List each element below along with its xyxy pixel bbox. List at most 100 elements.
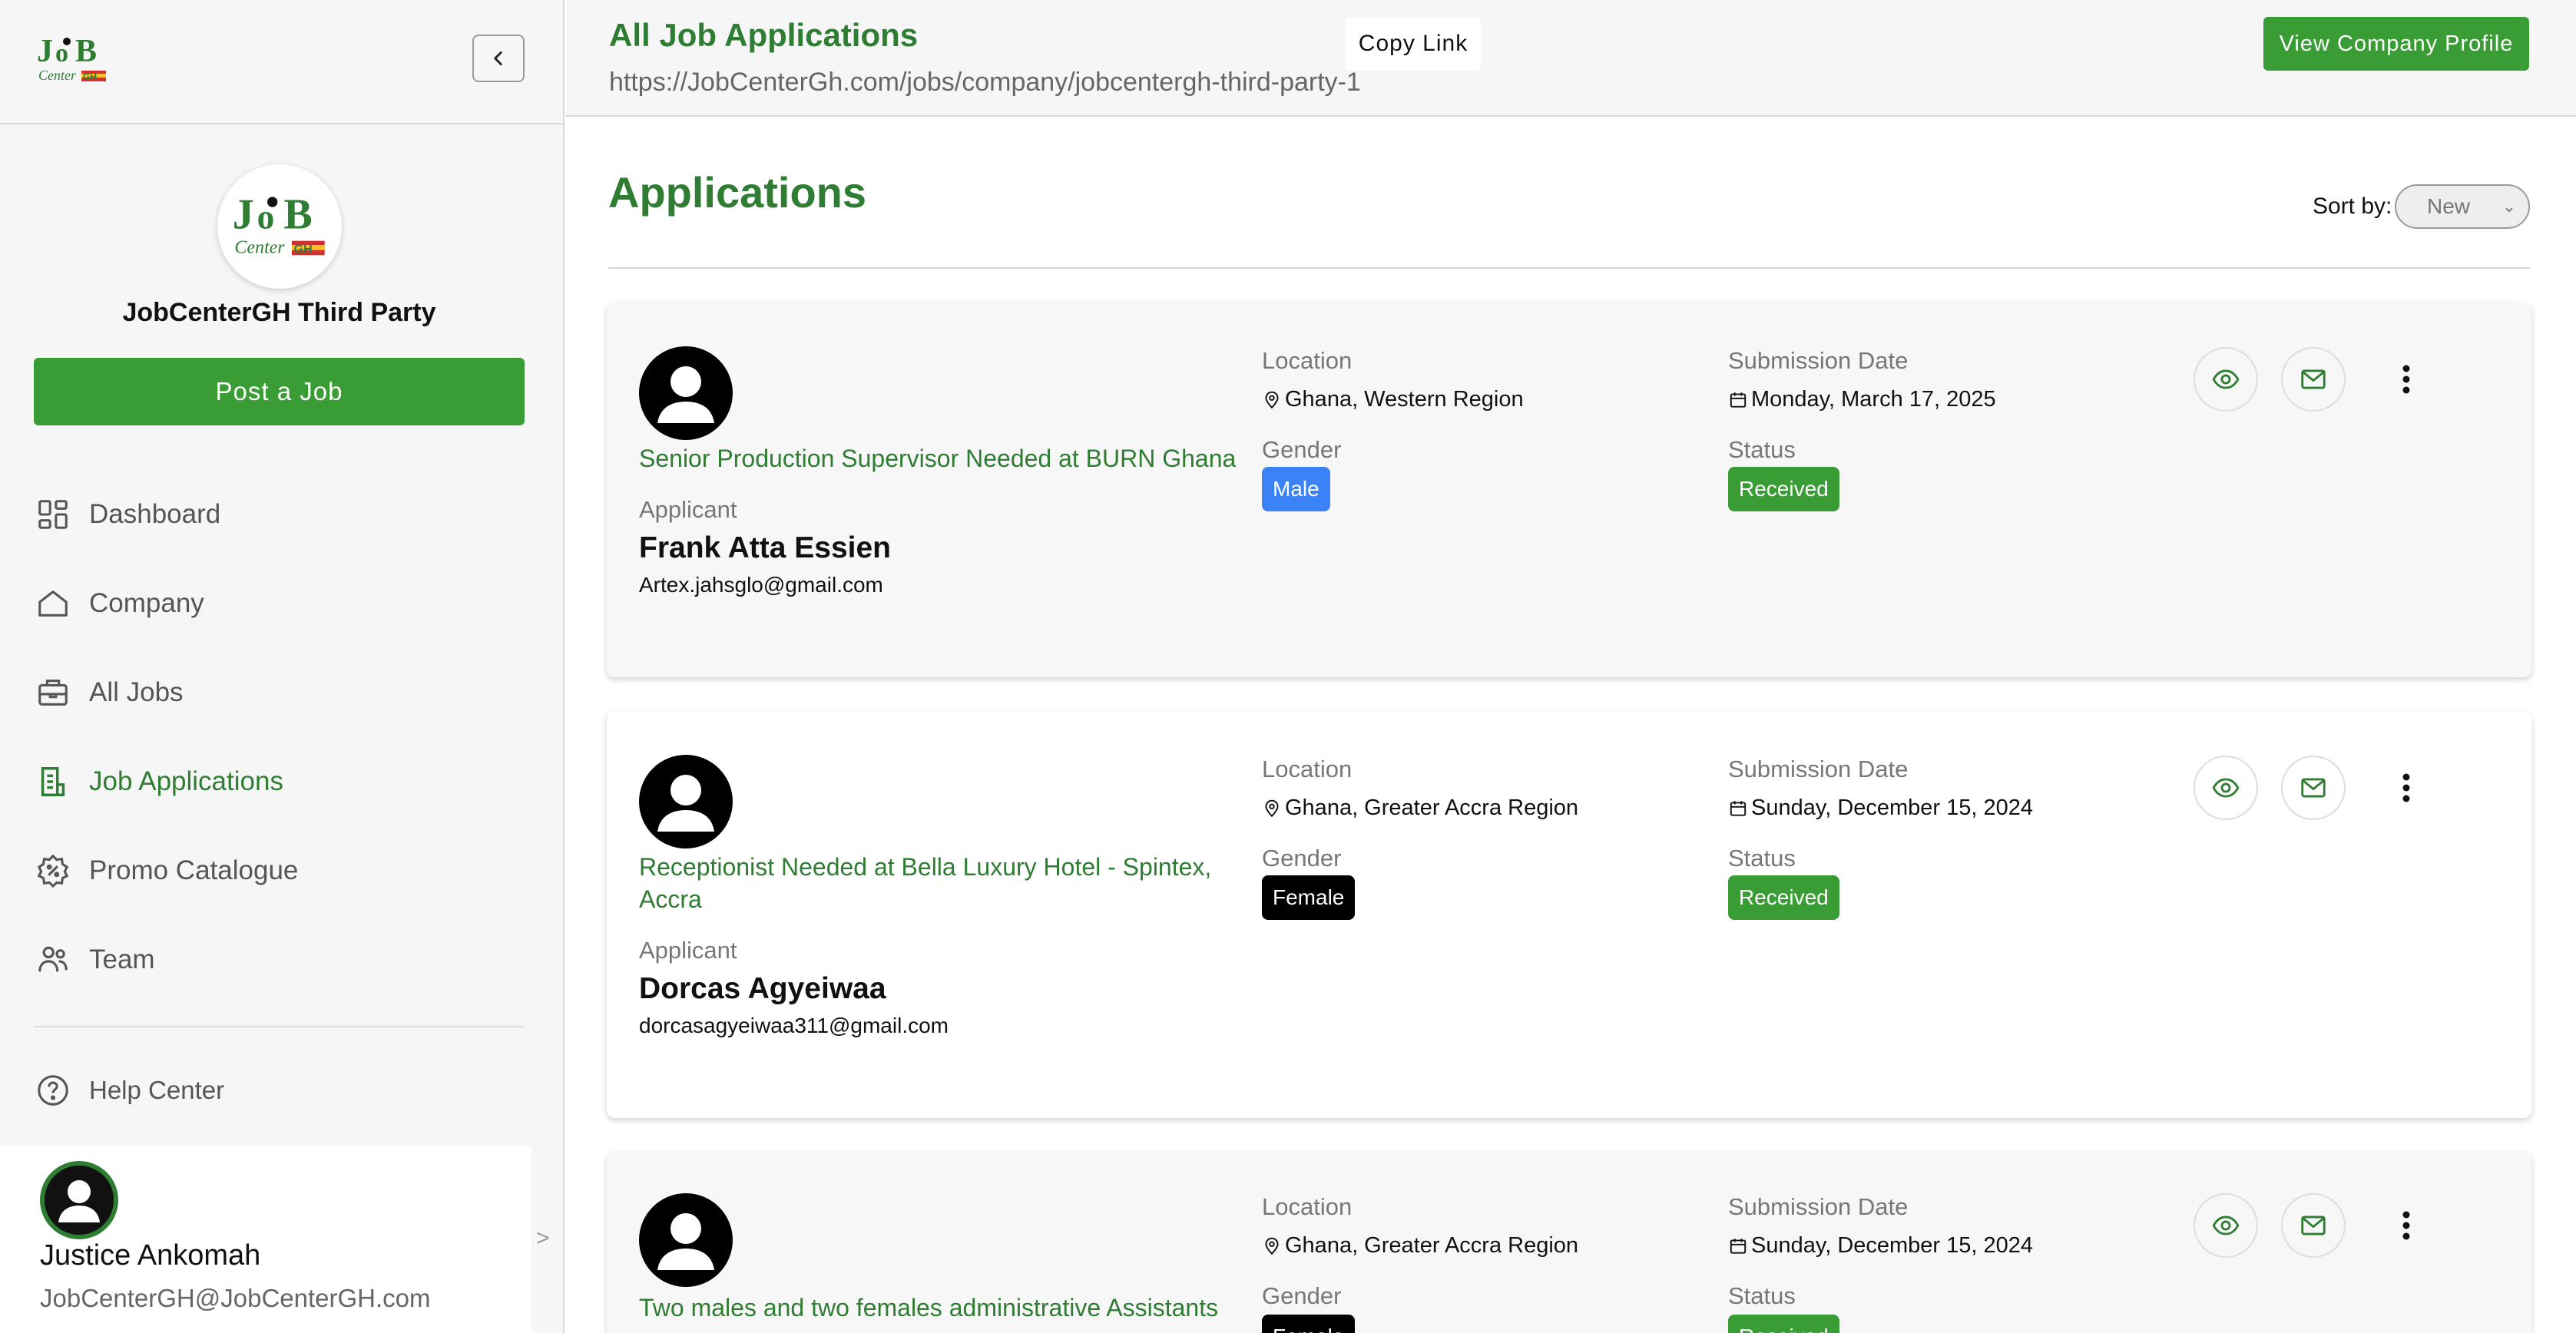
applicant-name: Frank Atta Essien [639, 531, 891, 564]
submission-date-value: Monday, March 17, 2025 [1728, 387, 1996, 412]
svg-text:Center: Center [38, 68, 77, 83]
company-name: JobCenterGH Third Party [122, 298, 436, 327]
applicant-avatar [639, 1193, 733, 1287]
svg-text:GH: GH [294, 243, 313, 256]
sort-selected-value: New [2427, 194, 2471, 218]
eye-icon [2212, 1216, 2240, 1235]
jobcentergh-logo: J o B Center GH [233, 191, 325, 258]
more-vertical-icon [2402, 773, 2410, 802]
applicant-avatar [639, 755, 733, 848]
applicant-email: dorcasagyeiwaa311@gmail.com [639, 1014, 949, 1037]
home-icon [38, 590, 68, 617]
sidebar-item-label: Dashboard [89, 499, 221, 529]
team-icon [38, 946, 68, 972]
status-label: Status [1728, 1282, 1796, 1309]
svg-text:B: B [75, 34, 97, 69]
status-badge: Received [1728, 875, 1839, 920]
copy-link-button[interactable]: Copy Link [1346, 17, 1481, 71]
gender-label: Gender [1262, 845, 1342, 872]
discount-badge-icon [37, 854, 69, 888]
view-application-button[interactable] [2194, 347, 2258, 412]
more-options-button[interactable] [2391, 765, 2422, 811]
view-company-profile-button[interactable]: View Company Profile [2263, 17, 2529, 71]
map-pin-icon [1265, 1237, 1279, 1255]
location-value: Ghana, Greater Accra Region [1262, 1233, 1578, 1259]
job-title-link[interactable]: Two males and two females administrative… [639, 1292, 1276, 1324]
svg-text:J: J [37, 34, 53, 69]
status-badge: Received [1728, 1315, 1839, 1333]
job-title-link[interactable]: Receptionist Needed at Bella Luxury Hote… [639, 851, 1246, 915]
status-label: Status [1728, 845, 1796, 872]
sidebar-item-label: Promo Catalogue [89, 855, 299, 885]
location-label: Location [1262, 347, 1353, 374]
calendar-icon [1730, 392, 1747, 408]
svg-text:Center: Center [234, 238, 285, 258]
help-center-link[interactable]: Help Center [0, 1046, 558, 1135]
map-pin-icon [1265, 799, 1279, 817]
applicant-name: Dorcas Agyeiwaa [639, 972, 886, 1005]
sidebar-divider [34, 1026, 525, 1027]
dashboard-icon [38, 500, 68, 529]
mail-icon [2301, 369, 2326, 389]
applicant-label: Applicant [639, 496, 737, 523]
submission-date-value: Sunday, December 15, 2024 [1728, 1233, 2033, 1259]
company-jobs-url: https://JobCenterGh.com/jobs/company/job… [609, 68, 1361, 97]
collapse-sidebar-button[interactable] [472, 35, 525, 82]
svg-text:J: J [233, 191, 254, 239]
expand-user-panel-button[interactable]: > [536, 1226, 550, 1252]
submission-date-label: Submission Date [1728, 347, 1909, 374]
view-application-button[interactable] [2194, 1193, 2258, 1258]
location-value: Ghana, Western Region [1262, 387, 1524, 412]
sort-select[interactable]: New ⌄ [2395, 184, 2530, 229]
applicant-avatar [639, 346, 733, 440]
submission-date-label: Submission Date [1728, 1193, 1909, 1220]
svg-text:B: B [283, 191, 312, 239]
more-options-button[interactable] [2391, 356, 2422, 402]
sidebar-item-dashboard[interactable]: Dashboard [0, 470, 558, 559]
sidebar: J o B Center GH J o B Center GH JobCente… [0, 0, 565, 1333]
sort-label: Sort by: [2313, 194, 2392, 219]
user-email: JobCenterGH@JobCenterGH.com [40, 1284, 431, 1312]
chevron-left-icon [494, 51, 502, 65]
post-job-button[interactable]: Post a Job [34, 358, 525, 425]
sidebar-header: J o B Center GH [0, 0, 563, 124]
location-label: Location [1262, 756, 1353, 782]
status-badge: Received [1728, 467, 1839, 511]
help-center-label: Help Center [89, 1076, 225, 1104]
page-title: All Job Applications [609, 17, 919, 53]
email-applicant-button[interactable] [2281, 1193, 2346, 1258]
mail-icon [2301, 1216, 2326, 1235]
top-bar: All Job Applications https://JobCenterGh… [566, 0, 2576, 117]
company-logo: J o B Center GH [217, 164, 342, 289]
calendar-icon [1730, 800, 1747, 816]
submission-date-label: Submission Date [1728, 756, 1909, 782]
eye-icon [2212, 778, 2240, 798]
user-panel[interactable]: Justice Ankomah JobCenterGH@JobCenterGH.… [0, 1146, 531, 1333]
location-label: Location [1262, 1193, 1353, 1220]
applicant-label: Applicant [639, 937, 737, 964]
email-applicant-button[interactable] [2281, 756, 2346, 820]
job-title-link[interactable]: Senior Production Supervisor Needed at B… [639, 442, 1246, 475]
gender-label: Gender [1262, 436, 1342, 463]
gender-badge: Female [1262, 1315, 1356, 1333]
sidebar-nav: Dashboard Company All Jobs Job Applicati… [0, 470, 558, 1004]
email-applicant-button[interactable] [2281, 347, 2346, 412]
applications-heading: Applications [608, 168, 867, 217]
sidebar-item-all-jobs[interactable]: All Jobs [0, 648, 558, 737]
user-name: Justice Ankomah [40, 1239, 261, 1272]
location-value: Ghana, Greater Accra Region [1262, 796, 1578, 821]
eye-icon [2212, 369, 2240, 389]
sidebar-item-label: All Jobs [89, 677, 184, 707]
section-divider [608, 267, 2530, 269]
chevron-down-icon: ⌄ [2502, 197, 2516, 216]
application-card: Two males and two females administrative… [607, 1152, 2531, 1333]
help-circle-icon [38, 1075, 68, 1106]
sidebar-item-team[interactable]: Team [0, 915, 558, 1004]
jobcentergh-logo[interactable]: J o B Center GH [35, 31, 109, 89]
sidebar-item-company[interactable]: Company [0, 559, 558, 648]
sidebar-item-promo-catalogue[interactable]: Promo Catalogue [0, 826, 558, 915]
submission-date-value: Sunday, December 15, 2024 [1728, 796, 2033, 821]
more-options-button[interactable] [2391, 1202, 2422, 1249]
view-application-button[interactable] [2194, 756, 2258, 820]
sidebar-item-job-applications[interactable]: Job Applications [0, 737, 558, 826]
